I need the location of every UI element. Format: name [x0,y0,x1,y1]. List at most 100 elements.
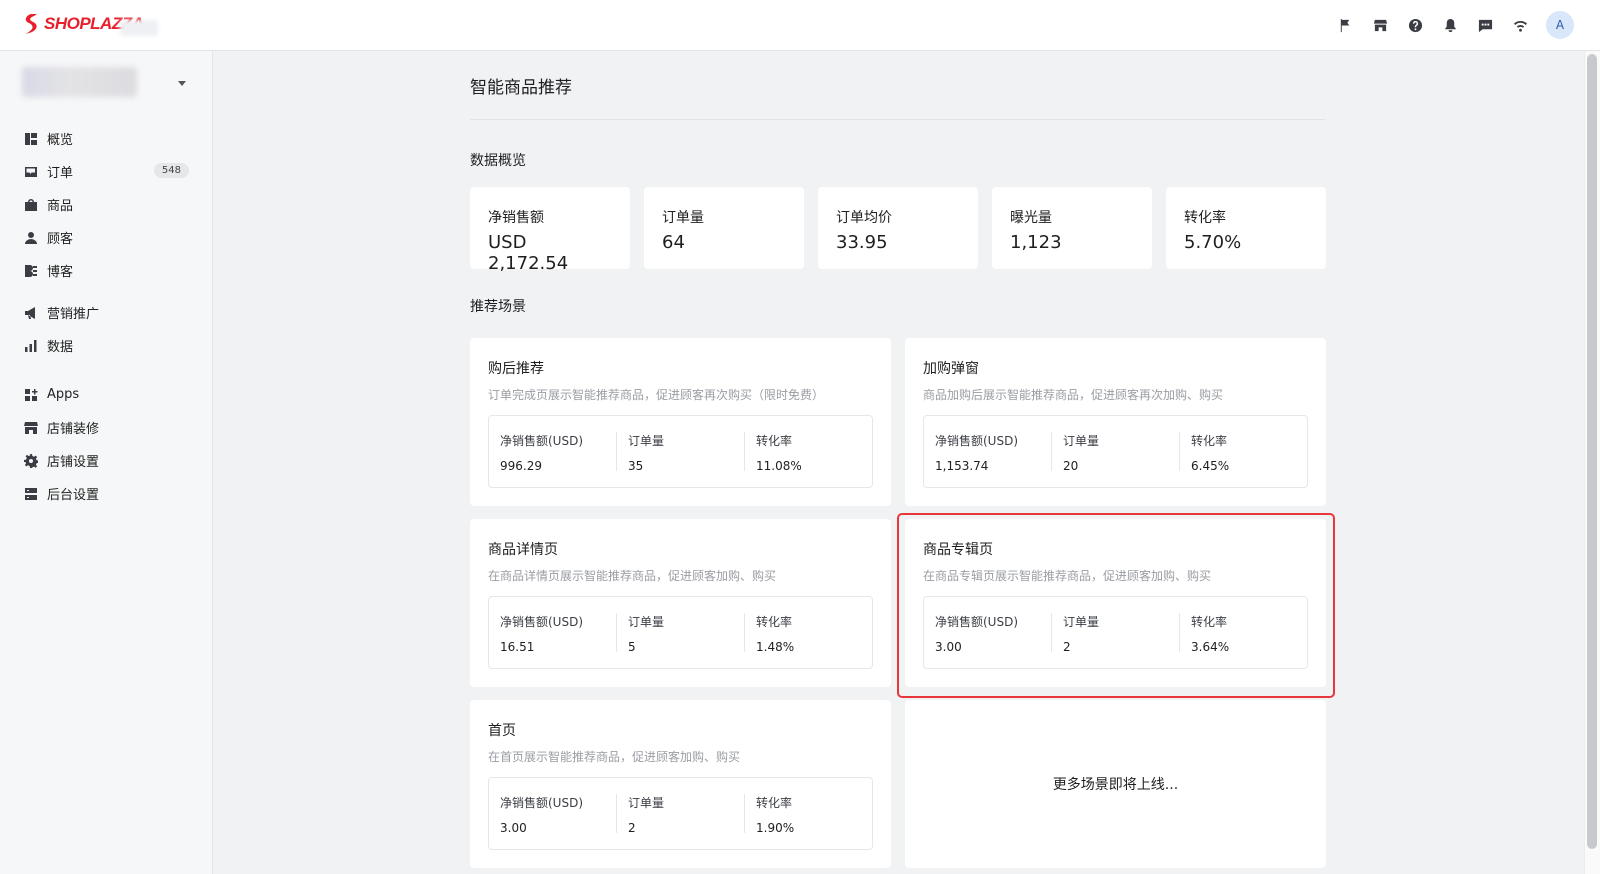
sidebar-item-label: 数据 [47,340,74,355]
sidebar-item-store-settings[interactable]: 店铺设置 [0,444,213,477]
scene-desc: 在首页展示智能推荐商品，促进顾客加购、购买 [488,750,741,764]
stat-value: USD 2,172.54 [488,232,569,274]
sidebar-item-label: 店铺装修 [47,422,100,437]
stat-label: 转化率 [1184,210,1226,226]
sidebar-item-admin-settings[interactable]: 后台设置 [0,477,213,510]
store-name-blurred [120,20,158,36]
orders-count-badge: 548 [153,163,189,178]
sidebar-item-analytics[interactable]: 数据 [0,329,213,362]
metric-label: 净销售额(USD) [500,796,584,810]
stat-value: 5.70% [1184,232,1242,253]
scene-card-homepage[interactable]: 首页 在首页展示智能推荐商品，促进顾客加购、购买 净销售额(USD) 3.00 订… [470,700,891,868]
sidebar-item-blog[interactable]: 博客 [0,254,213,287]
stat-card-impressions: 曝光量 1,123 [992,187,1152,269]
metric-value: 2 [1063,640,1071,654]
sidebar-item-label: 后台设置 [47,488,100,503]
metric-label: 订单量 [1063,434,1100,448]
metric-value: 3.64% [1191,640,1230,654]
stat-value: 1,123 [1010,232,1062,253]
sidebar-item-customers[interactable]: 顾客 [0,221,213,254]
shop-name-blurred [22,67,137,97]
metric-label: 净销售额(USD) [500,615,584,629]
metric-orders: 订单量 20 [1052,432,1180,473]
metric-value: 3.00 [935,640,962,654]
nav-group-marketing: 营销推广 数据 [0,296,213,362]
scene-name: 加购弹窗 [923,361,979,377]
metric-value: 35 [628,459,644,473]
scene-metrics: 净销售额(USD) 16.51 订单量 5 转化率 1.48% [488,596,873,669]
scene-card-product-detail[interactable]: 商品详情页 在商品详情页展示智能推荐商品，促进顾客加购、购买 净销售额(USD)… [470,519,891,687]
metric-sales: 净销售额(USD) 3.00 [924,613,1052,654]
metric-value: 1.90% [756,821,795,835]
scrollbar-thumb[interactable] [1587,54,1597,849]
sidebar-item-label: 顾客 [47,232,74,247]
help-icon[interactable] [1398,10,1433,40]
bar-chart-icon [25,339,37,352]
metric-label: 转化率 [756,796,793,810]
scene-name: 商品详情页 [488,542,558,558]
scene-card-post-purchase[interactable]: 购后推荐 订单完成页展示智能推荐商品，促进顾客再次购买（限时免费） 净销售额(U… [470,338,891,506]
metric-label: 转化率 [756,615,793,629]
scene-desc: 订单完成页展示智能推荐商品，促进顾客再次购买（限时免费） [488,388,825,402]
top-bar: SHOPLAZZA A [0,0,1600,51]
scene-metrics: 净销售额(USD) 3.00 订单量 2 转化率 3.64% [923,596,1308,669]
scene-card-collection-page[interactable]: 商品专辑页 在商品专辑页展示智能推荐商品，促进顾客加购、购买 净销售额(USD)… [905,519,1326,687]
sidebar-item-theme[interactable]: 店铺装修 [0,411,213,444]
scene-metrics: 净销售额(USD) 1,153.74 订单量 20 转化率 6.45% [923,415,1308,488]
metric-value: 16.51 [500,640,535,654]
stat-value: 64 [662,232,685,253]
scene-desc: 在商品详情页展示智能推荐商品，促进顾客加购、购买 [488,569,777,583]
metric-label: 订单量 [1063,615,1100,629]
scene-metrics: 净销售额(USD) 996.29 订单量 35 转化率 11.08% [488,415,873,488]
dashboard-icon [25,132,37,145]
flag-icon[interactable] [1328,10,1363,40]
scene-metrics: 净销售额(USD) 3.00 订单量 2 转化率 1.90% [488,777,873,850]
metric-conversion: 转化率 6.45% [1180,432,1307,473]
bell-icon[interactable] [1433,10,1468,40]
wifi-icon[interactable] [1503,10,1538,40]
metric-value: 996.29 [500,459,542,473]
more-scenes-card: 更多场景即将上线... [905,700,1326,868]
metric-label: 转化率 [1191,434,1228,448]
sidebar-item-products[interactable]: 商品 [0,188,213,221]
scene-name: 首页 [488,723,516,739]
server-icon [25,487,37,500]
metric-conversion: 转化率 1.48% [745,613,872,654]
sidebar-item-label: 博客 [47,265,74,280]
sidebar-item-overview[interactable]: 概览 [0,122,213,155]
storefront-icon [24,421,38,434]
stat-label: 订单量 [662,210,704,226]
megaphone-icon [25,306,35,319]
sidebar-item-label: 订单 [47,166,74,181]
shop-selector[interactable] [22,67,192,101]
page-title: 智能商品推荐 [470,78,572,98]
sidebar-item-marketing[interactable]: 营销推广 [0,296,213,329]
apps-icon [25,388,38,401]
sidebar: 概览 订单 548 商品 顾客 博客 营销推广 数据 Apps 店铺装修 店铺设… [0,51,213,874]
message-icon[interactable] [1468,10,1503,40]
top-icons: A [1328,10,1574,40]
sidebar-item-label: 店铺设置 [47,455,100,470]
sidebar-item-apps[interactable]: Apps [0,378,213,411]
metric-label: 转化率 [756,434,793,448]
metric-value: 1,153.74 [935,459,989,473]
bag-icon [25,198,37,211]
metric-sales: 净销售额(USD) 996.29 [489,432,617,473]
metric-value: 2 [628,821,636,835]
sidebar-item-orders[interactable]: 订单 548 [0,155,213,188]
metric-orders: 订单量 2 [1052,613,1180,654]
scene-card-add-to-cart-popup[interactable]: 加购弹窗 商品加购后展示智能推荐商品，促进顾客再次加购、购买 净销售额(USD)… [905,338,1326,506]
inbox-icon [25,166,37,177]
chevron-down-icon [178,81,186,86]
metric-value: 3.00 [500,821,527,835]
metric-sales: 净销售额(USD) 3.00 [489,794,617,835]
stat-label: 订单均价 [836,210,892,226]
sidebar-item-label: 营销推广 [47,307,100,322]
avatar[interactable]: A [1546,11,1574,39]
stat-label: 曝光量 [1010,210,1052,226]
shoplazza-logo-icon [25,14,37,34]
stat-card-orders: 订单量 64 [644,187,804,269]
store-icon[interactable] [1363,10,1398,40]
scenes-section-title: 推荐场景 [470,299,526,315]
metric-conversion: 转化率 11.08% [745,432,872,473]
